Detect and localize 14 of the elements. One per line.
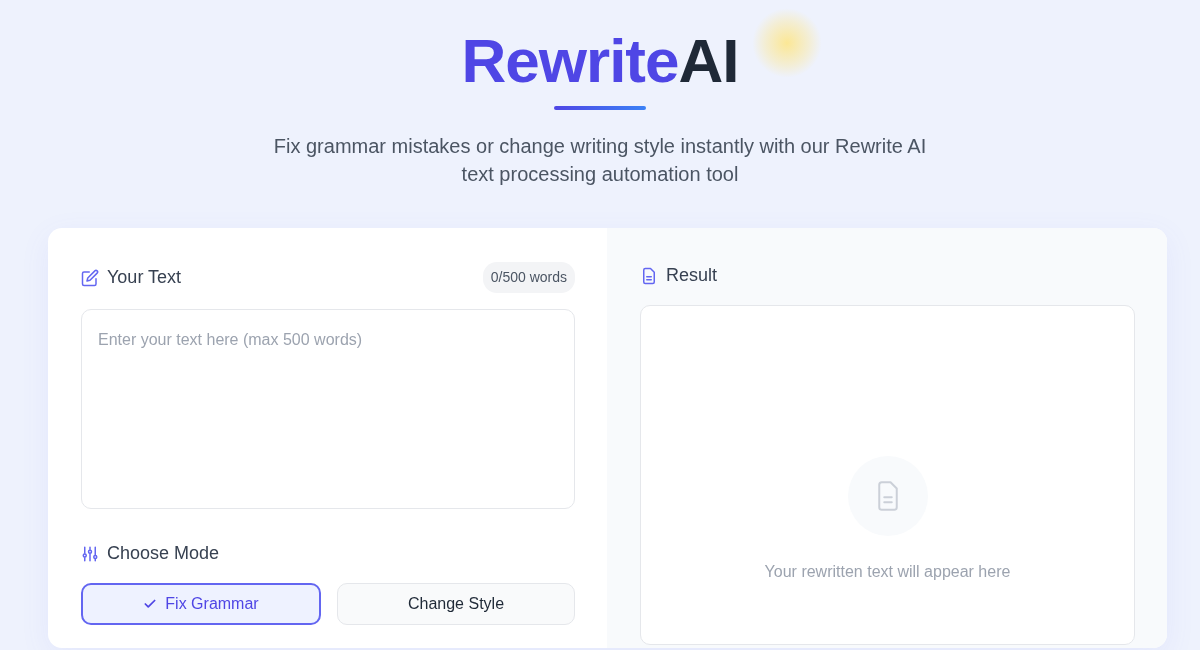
mode-button[interactable]: Change Style xyxy=(337,583,575,625)
section-title: Choose Mode xyxy=(107,542,220,565)
edit-icon xyxy=(81,268,99,287)
panel-title: Result xyxy=(666,264,718,287)
mode-button[interactable]: Fix Grammar xyxy=(81,583,321,625)
empty-state-message: Your rewritten text will appear here xyxy=(764,562,1011,582)
logo-title: RewriteAI xyxy=(461,30,739,92)
sliders-icon xyxy=(81,544,99,563)
panel-title: Your Text xyxy=(107,266,182,289)
text-input-field[interactable]: Enter your text here (max 500 words) xyxy=(81,309,575,509)
document-icon xyxy=(640,266,658,285)
subtitle: Fix grammar mistakes or change writing style instantly with our Rewrite AI text processing automation tool xyxy=(272,134,928,187)
word-count: 0/500 words xyxy=(482,262,575,293)
check-icon xyxy=(143,597,158,611)
